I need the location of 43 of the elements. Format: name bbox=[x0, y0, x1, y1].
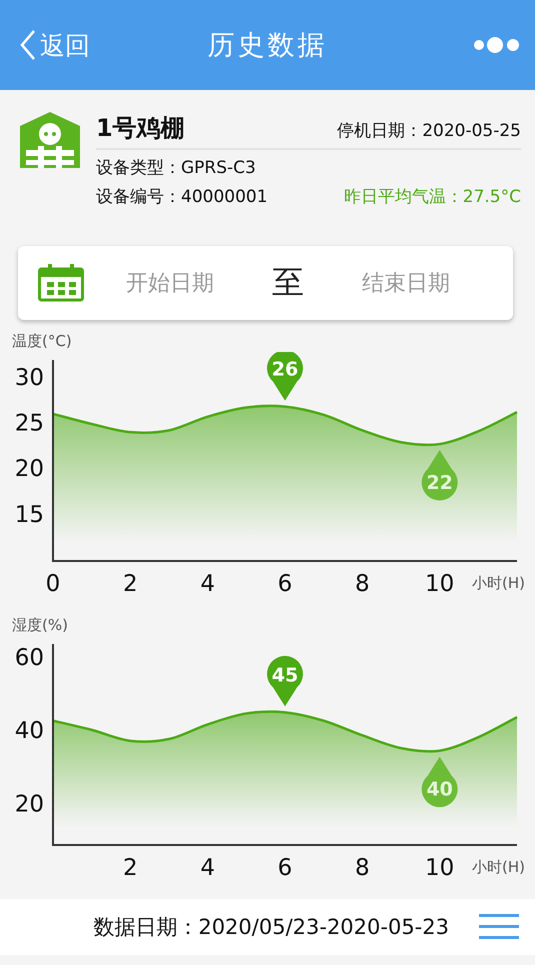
tick-label: 4 bbox=[200, 855, 215, 881]
back-button[interactable]: 返回 bbox=[20, 28, 90, 62]
chart-title: 温度(°C) bbox=[12, 332, 72, 350]
tick-label: 2 bbox=[123, 855, 138, 881]
value-pin: 22 bbox=[422, 450, 458, 500]
tick-label: 25 bbox=[14, 410, 44, 436]
barn-icon bbox=[20, 112, 80, 170]
chevron-left-icon bbox=[20, 29, 36, 61]
tick-label: 40 bbox=[14, 718, 44, 744]
tick-label: 10 bbox=[425, 571, 454, 597]
range-separator: 至 bbox=[271, 262, 305, 303]
value-pin: 26 bbox=[267, 352, 303, 401]
value-pin: 45 bbox=[267, 656, 303, 706]
tick-label: 8 bbox=[355, 855, 370, 881]
chart-title: 湿度(%) bbox=[12, 616, 68, 634]
menu-button[interactable] bbox=[479, 914, 519, 940]
start-date-field[interactable]: 开始日期 bbox=[98, 270, 242, 296]
average-temperature: 昨日平均气温：27.5°C bbox=[344, 186, 521, 208]
device-name: 1号鸡棚 bbox=[96, 113, 185, 144]
tick-label: 6 bbox=[278, 855, 292, 881]
tick-label: 8 bbox=[355, 571, 370, 597]
tick-label: 4 bbox=[200, 571, 215, 597]
calendar-icon bbox=[38, 264, 84, 302]
device-type: 设备类型：GPRS-C3 bbox=[96, 157, 256, 179]
more-button[interactable] bbox=[473, 35, 521, 55]
tick-label: 0 bbox=[46, 571, 60, 597]
end-date-field[interactable]: 结束日期 bbox=[334, 270, 478, 296]
tick-label: 20 bbox=[14, 791, 44, 818]
tick-label: 20 bbox=[14, 456, 44, 482]
tick-label: 10 bbox=[425, 855, 454, 881]
value-pin: 40 bbox=[422, 756, 458, 808]
tick-label: 2 bbox=[123, 571, 138, 597]
menu-icon bbox=[479, 914, 519, 940]
axis-title: 小时(H) bbox=[472, 574, 525, 592]
data-date: 数据日期：2020/05/23-2020-05-23 bbox=[93, 914, 449, 941]
device-id: 设备编号：40000001 bbox=[96, 186, 268, 208]
tick-label: 30 bbox=[14, 364, 44, 391]
stop-date: 停机日期：2020-05-25 bbox=[337, 120, 521, 142]
tick-label: 6 bbox=[278, 571, 292, 597]
page-title: 历史数据 bbox=[208, 29, 328, 63]
tick-label: 15 bbox=[14, 502, 44, 528]
axis-title: 小时(H) bbox=[472, 858, 525, 876]
tick-label: 60 bbox=[14, 645, 44, 672]
